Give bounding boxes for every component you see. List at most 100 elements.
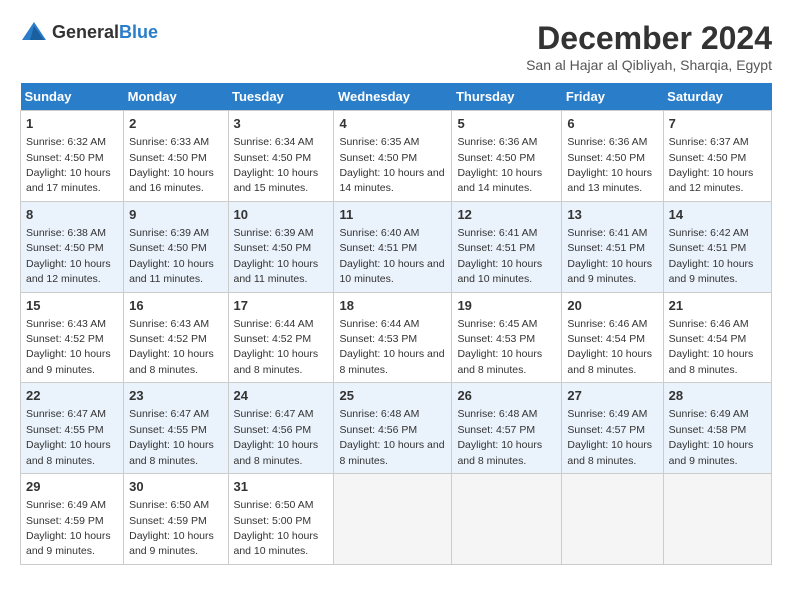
day-cell: 3Sunrise: 6:34 AMSunset: 4:50 PMDaylight… (228, 111, 334, 202)
day-cell (562, 474, 663, 565)
day-number: 1 (26, 115, 118, 133)
title-area: December 2024 San al Hajar al Qibliyah, … (526, 20, 772, 73)
week-row-3: 15 Sunrise: 6:43 AMSunset: 4:52 PMDayligh… (21, 292, 772, 383)
header: GeneralBlue December 2024 San al Hajar a… (20, 20, 772, 73)
day-info: Sunrise: 6:46 AMSunset: 4:54 PMDaylight:… (567, 318, 652, 376)
header-saturday: Saturday (663, 83, 771, 111)
day-cell: 1Sunrise: 6:32 AMSunset: 4:50 PMDaylight… (21, 111, 124, 202)
day-info: Sunrise: 6:35 AMSunset: 4:50 PMDaylight:… (339, 136, 444, 194)
week-row-1: 1Sunrise: 6:32 AMSunset: 4:50 PMDaylight… (21, 111, 772, 202)
day-info: Sunrise: 6:48 AMSunset: 4:56 PMDaylight:… (339, 408, 444, 466)
day-number: 21 (669, 297, 766, 315)
day-number: 9 (129, 206, 222, 224)
day-number: 6 (567, 115, 657, 133)
day-number: 4 (339, 115, 446, 133)
day-cell: 29 Sunrise: 6:49 AMSunset: 4:59 PMDayligh… (21, 474, 124, 565)
day-number: 2 (129, 115, 222, 133)
day-number: 18 (339, 297, 446, 315)
day-number: 8 (26, 206, 118, 224)
day-info: Sunrise: 6:50 AMSunset: 5:00 PMDaylight:… (234, 499, 319, 557)
calendar-table: SundayMondayTuesdayWednesdayThursdayFrid… (20, 83, 772, 565)
day-info: Sunrise: 6:33 AMSunset: 4:50 PMDaylight:… (129, 136, 214, 194)
day-info: Sunrise: 6:48 AMSunset: 4:57 PMDaylight:… (457, 408, 542, 466)
logo-blue: Blue (119, 22, 158, 42)
day-cell: 21Sunrise: 6:46 AMSunset: 4:54 PMDayligh… (663, 292, 771, 383)
day-number: 24 (234, 387, 329, 405)
day-number: 7 (669, 115, 766, 133)
day-info: Sunrise: 6:50 AMSunset: 4:59 PMDaylight:… (129, 499, 214, 557)
day-info: Sunrise: 6:44 AMSunset: 4:53 PMDaylight:… (339, 318, 444, 376)
day-info: Sunrise: 6:36 AMSunset: 4:50 PMDaylight:… (457, 136, 542, 194)
day-cell: 20 Sunrise: 6:46 AMSunset: 4:54 PMDayligh… (562, 292, 663, 383)
day-number: 20 (567, 297, 657, 315)
day-cell (334, 474, 452, 565)
day-info: Sunrise: 6:44 AMSunset: 4:52 PMDaylight:… (234, 318, 319, 376)
logo: GeneralBlue (20, 20, 158, 44)
main-title: December 2024 (526, 20, 772, 57)
day-cell: 7 Sunrise: 6:37 AMSunset: 4:50 PMDaylight… (663, 111, 771, 202)
day-cell: 12Sunrise: 6:41 AMSunset: 4:51 PMDayligh… (452, 201, 562, 292)
day-number: 23 (129, 387, 222, 405)
day-cell: 4 Sunrise: 6:35 AMSunset: 4:50 PMDaylight… (334, 111, 452, 202)
calendar-header-row: SundayMondayTuesdayWednesdayThursdayFrid… (21, 83, 772, 111)
day-info: Sunrise: 6:49 AMSunset: 4:57 PMDaylight:… (567, 408, 652, 466)
day-number: 11 (339, 206, 446, 224)
day-info: Sunrise: 6:45 AMSunset: 4:53 PMDaylight:… (457, 318, 542, 376)
day-cell: 14 Sunrise: 6:42 AMSunset: 4:51 PMDayligh… (663, 201, 771, 292)
day-cell: 15 Sunrise: 6:43 AMSunset: 4:52 PMDayligh… (21, 292, 124, 383)
day-info: Sunrise: 6:49 AMSunset: 4:59 PMDaylight:… (26, 499, 111, 557)
day-info: Sunrise: 6:39 AMSunset: 4:50 PMDaylight:… (234, 227, 319, 285)
week-row-4: 22 Sunrise: 6:47 AMSunset: 4:55 PMDayligh… (21, 383, 772, 474)
header-tuesday: Tuesday (228, 83, 334, 111)
day-cell: 25 Sunrise: 6:48 AMSunset: 4:56 PMDayligh… (334, 383, 452, 474)
header-friday: Friday (562, 83, 663, 111)
logo-general: General (52, 22, 119, 42)
day-cell: 5 Sunrise: 6:36 AMSunset: 4:50 PMDaylight… (452, 111, 562, 202)
week-row-2: 8 Sunrise: 6:38 AMSunset: 4:50 PMDaylight… (21, 201, 772, 292)
day-number: 16 (129, 297, 222, 315)
day-number: 15 (26, 297, 118, 315)
day-number: 10 (234, 206, 329, 224)
day-number: 28 (669, 387, 766, 405)
week-row-5: 29 Sunrise: 6:49 AMSunset: 4:59 PMDayligh… (21, 474, 772, 565)
day-cell: 17Sunrise: 6:44 AMSunset: 4:52 PMDayligh… (228, 292, 334, 383)
day-cell: 9 Sunrise: 6:39 AMSunset: 4:50 PMDaylight… (124, 201, 228, 292)
header-sunday: Sunday (21, 83, 124, 111)
header-thursday: Thursday (452, 83, 562, 111)
day-info: Sunrise: 6:49 AMSunset: 4:58 PMDaylight:… (669, 408, 754, 466)
day-info: Sunrise: 6:37 AMSunset: 4:50 PMDaylight:… (669, 136, 754, 194)
day-number: 14 (669, 206, 766, 224)
day-cell: 16Sunrise: 6:43 AMSunset: 4:52 PMDayligh… (124, 292, 228, 383)
day-info: Sunrise: 6:36 AMSunset: 4:50 PMDaylight:… (567, 136, 652, 194)
day-number: 29 (26, 478, 118, 496)
day-cell: 24 Sunrise: 6:47 AMSunset: 4:56 PMDayligh… (228, 383, 334, 474)
day-cell: 8 Sunrise: 6:38 AMSunset: 4:50 PMDaylight… (21, 201, 124, 292)
day-cell: 26Sunrise: 6:48 AMSunset: 4:57 PMDayligh… (452, 383, 562, 474)
day-info: Sunrise: 6:47 AMSunset: 4:56 PMDaylight:… (234, 408, 319, 466)
day-number: 25 (339, 387, 446, 405)
logo-icon (20, 20, 48, 44)
header-wednesday: Wednesday (334, 83, 452, 111)
day-cell: 11 Sunrise: 6:40 AMSunset: 4:51 PMDayligh… (334, 201, 452, 292)
day-cell: 19 Sunrise: 6:45 AMSunset: 4:53 PMDayligh… (452, 292, 562, 383)
day-cell: 2 Sunrise: 6:33 AMSunset: 4:50 PMDaylight… (124, 111, 228, 202)
day-number: 22 (26, 387, 118, 405)
day-cell: 31Sunrise: 6:50 AMSunset: 5:00 PMDayligh… (228, 474, 334, 565)
header-monday: Monday (124, 83, 228, 111)
day-cell: 6 Sunrise: 6:36 AMSunset: 4:50 PMDaylight… (562, 111, 663, 202)
day-cell: 27Sunrise: 6:49 AMSunset: 4:57 PMDayligh… (562, 383, 663, 474)
day-info: Sunrise: 6:41 AMSunset: 4:51 PMDaylight:… (567, 227, 652, 285)
day-info: Sunrise: 6:42 AMSunset: 4:51 PMDaylight:… (669, 227, 754, 285)
day-number: 30 (129, 478, 222, 496)
day-cell: 30 Sunrise: 6:50 AMSunset: 4:59 PMDayligh… (124, 474, 228, 565)
day-info: Sunrise: 6:38 AMSunset: 4:50 PMDaylight:… (26, 227, 111, 285)
day-info: Sunrise: 6:41 AMSunset: 4:51 PMDaylight:… (457, 227, 542, 285)
subtitle: San al Hajar al Qibliyah, Sharqia, Egypt (526, 57, 772, 73)
day-info: Sunrise: 6:47 AMSunset: 4:55 PMDaylight:… (26, 408, 111, 466)
day-number: 5 (457, 115, 556, 133)
day-cell: 13Sunrise: 6:41 AMSunset: 4:51 PMDayligh… (562, 201, 663, 292)
day-number: 19 (457, 297, 556, 315)
day-info: Sunrise: 6:39 AMSunset: 4:50 PMDaylight:… (129, 227, 214, 285)
day-info: Sunrise: 6:43 AMSunset: 4:52 PMDaylight:… (26, 318, 111, 376)
day-info: Sunrise: 6:40 AMSunset: 4:51 PMDaylight:… (339, 227, 444, 285)
